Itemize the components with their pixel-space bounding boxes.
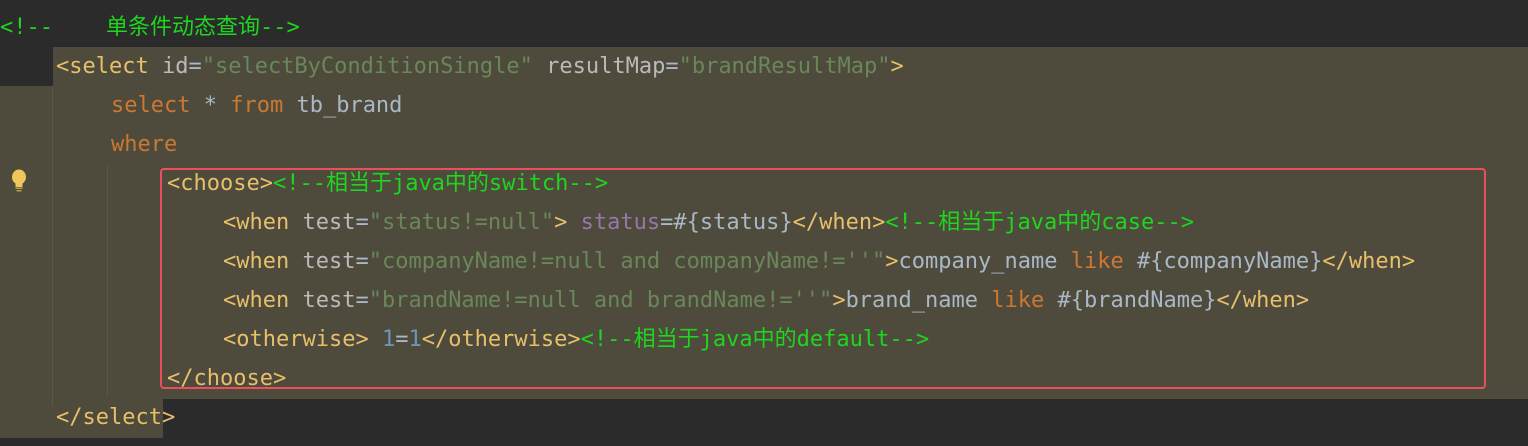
code-token: <!-- 单条件动态查询--> [0,15,300,40]
indent-guide [107,164,108,397]
code-line-comment-title[interactable]: <!-- 单条件动态查询--> [0,8,300,47]
indent-dots [0,47,54,86]
code-token: = [188,54,202,79]
code-token: where [111,132,178,157]
code-token: id [161,54,189,79]
code-line-sql-where[interactable]: where [111,125,177,164]
indent-dots [54,164,164,203]
indent-dots [0,125,110,164]
code-token: tb_brand [283,93,403,118]
indent-guide [52,86,53,406]
code-token: <select [56,54,149,79]
code-line-select-open[interactable]: <select id="selectByConditionSingle" res… [56,47,904,86]
code-editor[interactable]: <!-- 单条件动态查询--> <select id="selectByCond… [0,0,1528,446]
code-token: resultMap [546,54,666,79]
code-line-sql-select[interactable]: select * from tb_brand [111,86,402,125]
code-token: from [230,93,284,118]
code-token: select [111,93,191,118]
lightbulb-icon[interactable] [8,168,30,194]
highlight-box [160,168,1486,389]
indent-dots [54,359,164,398]
code-token: = [665,54,679,79]
code-line-select-close[interactable]: </select> [56,398,175,437]
code-token: * [190,93,231,118]
code-token: "brandResultMap" [678,54,891,79]
code-token: "selectByConditionSingle" [201,54,533,79]
indent-dots [0,86,110,125]
code-token: </select> [56,405,176,430]
code-token: > [890,54,904,79]
